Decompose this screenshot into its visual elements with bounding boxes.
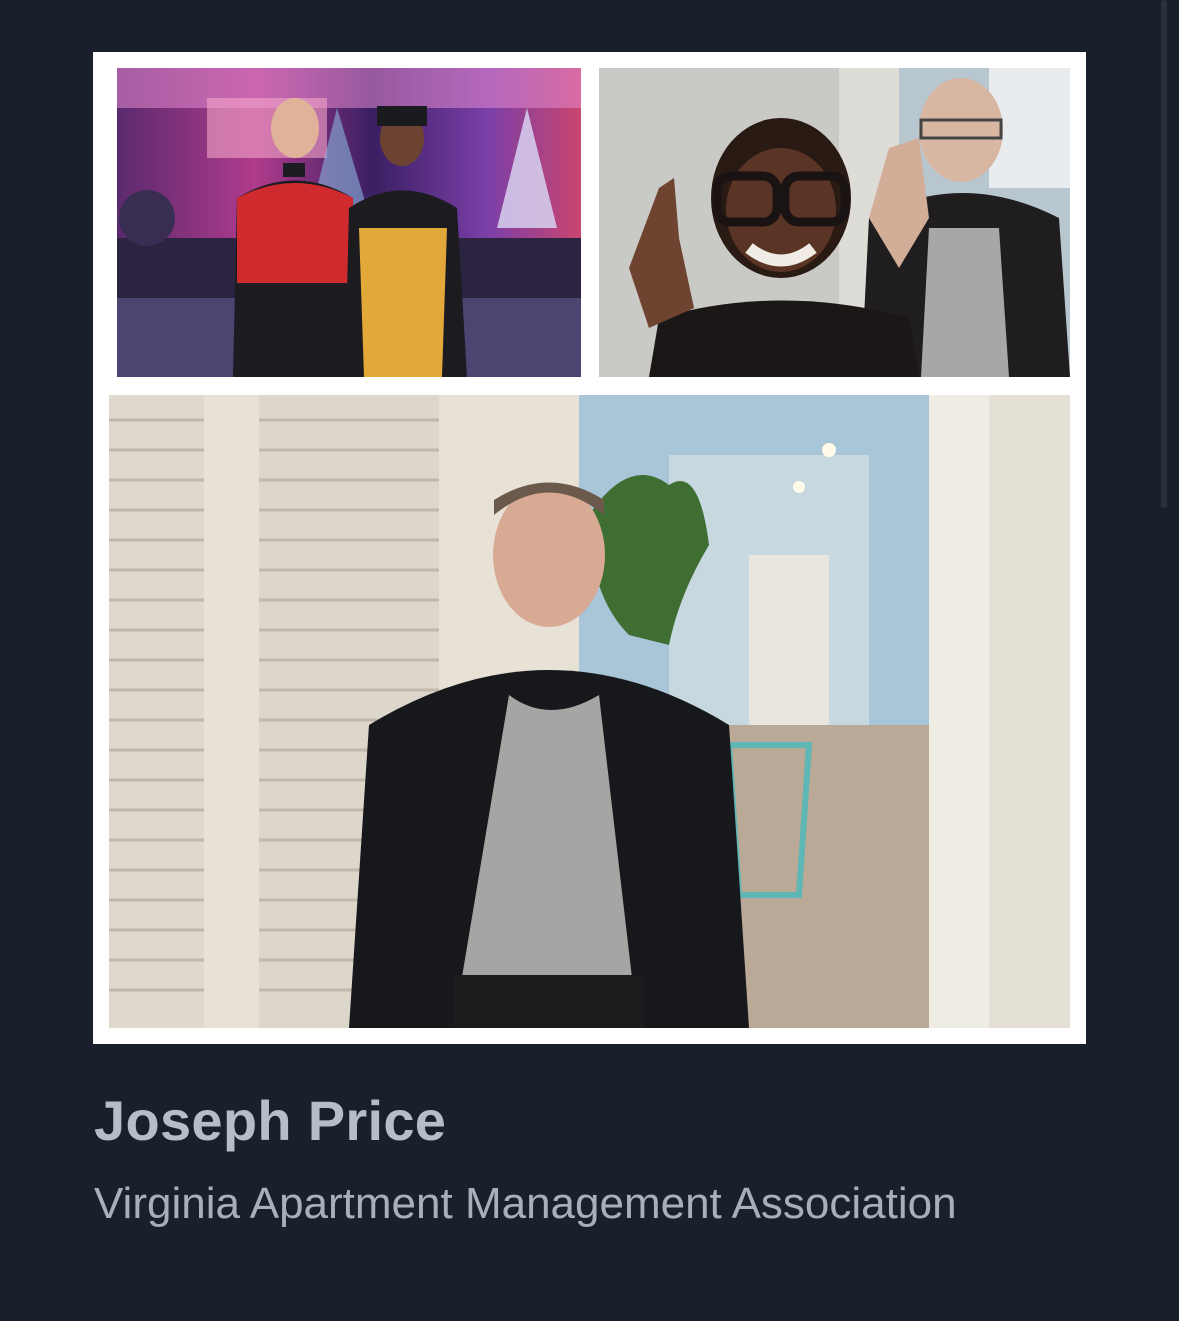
- party-photo: [117, 68, 581, 377]
- profile-card: Joseph Price Virginia Apartment Manageme…: [0, 0, 1179, 1321]
- photo-collage: [93, 52, 1086, 1044]
- profile-name: Joseph Price: [94, 1089, 447, 1152]
- portrait-photo: [109, 395, 1070, 1028]
- selfie-photo: [599, 68, 1070, 377]
- scrollbar[interactable]: [1161, 0, 1167, 508]
- profile-organization: Virginia Apartment Management Associatio…: [94, 1179, 957, 1228]
